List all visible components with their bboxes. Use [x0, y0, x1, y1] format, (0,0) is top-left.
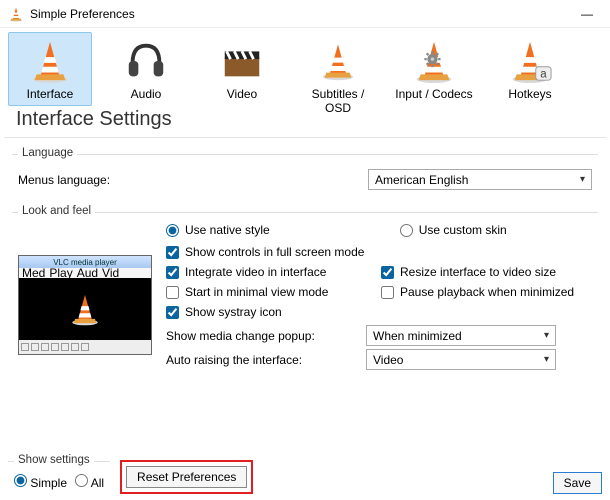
use-custom-skin-radio[interactable]: Use custom skin [400, 223, 507, 237]
clapper-icon [219, 37, 265, 85]
tab-interface[interactable]: Interface [8, 32, 92, 106]
media-change-popup-select[interactable]: When minimized [366, 325, 556, 346]
integrate-video-checkbox[interactable]: Integrate video in interface [166, 265, 377, 279]
tab-label: Video [227, 87, 257, 101]
show-settings-legend: Show settings [14, 454, 94, 466]
tab-label: Audio [131, 87, 162, 101]
gear-cone-icon [411, 37, 457, 85]
save-button[interactable]: Save [553, 472, 602, 494]
show-settings-simple-radio[interactable]: Simple [14, 474, 67, 490]
minimal-view-checkbox[interactable]: Start in minimal view mode [166, 285, 377, 299]
keycap-cone-icon [507, 37, 553, 85]
cone-icon [27, 37, 73, 85]
show-settings-group: Show settings Simple All [8, 461, 110, 494]
tab-audio[interactable]: Audio [104, 32, 188, 106]
systray-icon-checkbox[interactable]: Show systray icon [166, 305, 377, 319]
category-tabs: Interface Audio Video Subtitles / OSD In… [0, 28, 610, 106]
tab-label: Interface [27, 87, 74, 101]
tab-label: Hotkeys [508, 87, 551, 101]
titlebar: Simple Preferences — [0, 0, 610, 28]
tab-input[interactable]: Input / Codecs [392, 32, 476, 106]
tab-video[interactable]: Video [200, 32, 284, 106]
menus-language-label: Menus language: [18, 173, 238, 187]
pause-minimized-checkbox[interactable]: Pause playback when minimized [381, 285, 592, 299]
tab-subtitles[interactable]: Subtitles / OSD [296, 32, 380, 106]
app-icon [8, 6, 24, 22]
fullscreen-controls-checkbox[interactable]: Show controls in full screen mode [166, 245, 377, 259]
menus-language-select[interactable]: American English [368, 169, 592, 190]
resize-interface-checkbox[interactable]: Resize interface to video size [381, 265, 592, 279]
look-and-feel-group: Look and feel VLC media player MedPlayAu… [12, 212, 598, 379]
interface-preview: VLC media player MedPlayAudVid [18, 255, 152, 355]
media-change-popup-label: Show media change popup: [166, 329, 366, 343]
auto-raising-select[interactable]: Video [366, 349, 556, 370]
auto-raising-label: Auto raising the interface: [166, 353, 366, 367]
look-legend: Look and feel [18, 205, 95, 217]
headphones-icon [123, 37, 169, 85]
tab-label: Input / Codecs [395, 87, 472, 101]
window-title: Simple Preferences [30, 7, 572, 21]
minimize-button[interactable]: — [572, 7, 602, 21]
language-legend: Language [18, 147, 77, 159]
show-settings-all-radio[interactable]: All [75, 474, 104, 490]
tab-hotkeys[interactable]: Hotkeys [488, 32, 572, 106]
reset-highlight-box: Reset Preferences [120, 460, 253, 494]
preview-menubar: MedPlayAudVid [19, 268, 151, 278]
reset-preferences-button[interactable]: Reset Preferences [126, 466, 247, 488]
cone-icon [315, 37, 361, 85]
language-group: Language Menus language: American Englis… [12, 154, 598, 200]
use-native-style-radio[interactable]: Use native style [166, 223, 270, 237]
tab-label: Subtitles / OSD [299, 87, 377, 115]
